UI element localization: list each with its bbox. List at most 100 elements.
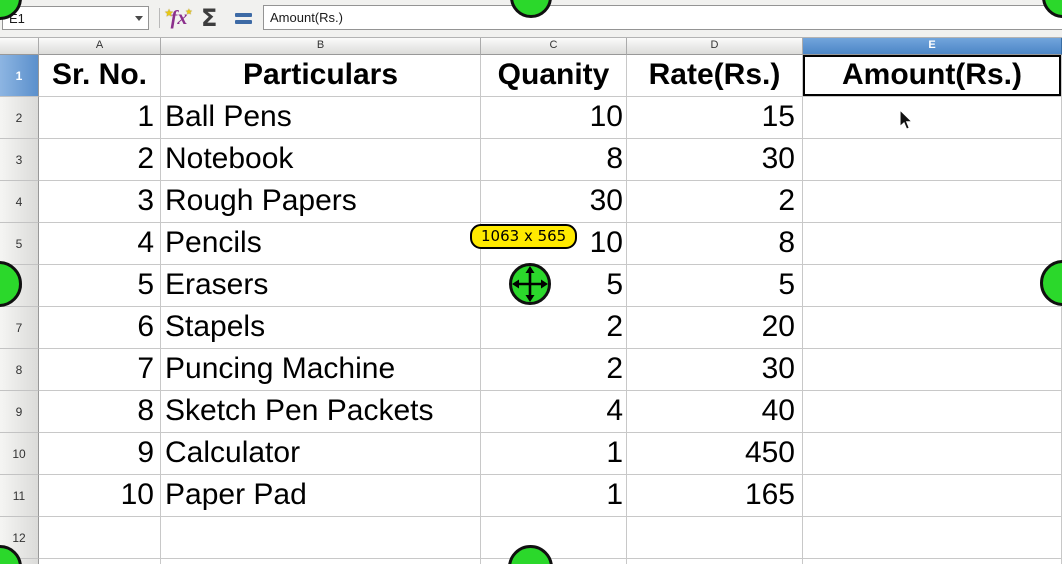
cell-e2[interactable] bbox=[803, 97, 1062, 139]
name-box-value[interactable]: E1 bbox=[3, 11, 129, 26]
cell-c12[interactable] bbox=[481, 517, 627, 559]
cell-b1[interactable]: Particulars bbox=[161, 55, 481, 97]
cell-d2[interactable]: 15 bbox=[627, 97, 803, 139]
cell-a13[interactable] bbox=[39, 559, 161, 564]
cell-a1[interactable]: Sr. No. bbox=[39, 55, 161, 97]
row-header-7[interactable]: 7 bbox=[0, 307, 39, 349]
row-header-5[interactable]: 5 bbox=[0, 223, 39, 265]
column-header-d[interactable]: D bbox=[627, 38, 803, 55]
cell-d4[interactable]: 2 bbox=[627, 181, 803, 223]
cell-d10[interactable]: 450 bbox=[627, 433, 803, 475]
equals-icon[interactable] bbox=[235, 13, 252, 27]
sheet-row-9: 9 8 Sketch Pen Packets 4 40 bbox=[0, 391, 1062, 433]
sheet-row-4: 4 3 Rough Papers 30 2 bbox=[0, 181, 1062, 223]
cell-e5[interactable] bbox=[803, 223, 1062, 265]
move-cursor-icon bbox=[508, 262, 552, 306]
size-tooltip: 1063 x 565 bbox=[470, 224, 577, 249]
cell-c11[interactable]: 1 bbox=[481, 475, 627, 517]
cell-c3[interactable]: 8 bbox=[481, 139, 627, 181]
cell-b2[interactable]: Ball Pens bbox=[161, 97, 481, 139]
cell-d3[interactable]: 30 bbox=[627, 139, 803, 181]
cell-d11[interactable]: 165 bbox=[627, 475, 803, 517]
cell-b6[interactable]: Erasers bbox=[161, 265, 481, 307]
cell-a5[interactable]: 4 bbox=[39, 223, 161, 265]
row-header-2[interactable]: 2 bbox=[0, 97, 39, 139]
cell-a6[interactable]: 5 bbox=[39, 265, 161, 307]
cell-b11[interactable]: Paper Pad bbox=[161, 475, 481, 517]
column-header-e-selected[interactable]: E bbox=[803, 38, 1062, 55]
cell-c2[interactable]: 10 bbox=[481, 97, 627, 139]
cell-a2[interactable]: 1 bbox=[39, 97, 161, 139]
cell-d1[interactable]: Rate(Rs.) bbox=[627, 55, 803, 97]
cell-e12[interactable] bbox=[803, 517, 1062, 559]
row-header-1[interactable]: 1 bbox=[0, 55, 39, 97]
corner-select-all[interactable] bbox=[0, 38, 39, 55]
cell-e8[interactable] bbox=[803, 349, 1062, 391]
cell-e13[interactable] bbox=[803, 559, 1062, 564]
cell-a4[interactable]: 3 bbox=[39, 181, 161, 223]
cell-b5[interactable]: Pencils bbox=[161, 223, 481, 265]
name-box-dropdown[interactable] bbox=[129, 7, 148, 29]
cell-b12[interactable] bbox=[161, 517, 481, 559]
row-header-11[interactable]: 11 bbox=[0, 475, 39, 517]
cell-e11[interactable] bbox=[803, 475, 1062, 517]
sheet-row-7: 7 6 Stapels 2 20 bbox=[0, 307, 1062, 349]
cell-a8[interactable]: 7 bbox=[39, 349, 161, 391]
cell-c9[interactable]: 4 bbox=[481, 391, 627, 433]
row-header-4[interactable]: 4 bbox=[0, 181, 39, 223]
column-header-c[interactable]: C bbox=[481, 38, 627, 55]
cell-d7[interactable]: 20 bbox=[627, 307, 803, 349]
cell-e10[interactable] bbox=[803, 433, 1062, 475]
column-header-row: A B C D E bbox=[0, 38, 1062, 55]
row-header-10[interactable]: 10 bbox=[0, 433, 39, 475]
cell-d5[interactable]: 8 bbox=[627, 223, 803, 265]
cell-c8[interactable]: 2 bbox=[481, 349, 627, 391]
cell-b4[interactable]: Rough Papers bbox=[161, 181, 481, 223]
cell-c6[interactable]: 5 bbox=[481, 265, 627, 307]
mouse-cursor-icon bbox=[899, 109, 914, 131]
cell-e7[interactable] bbox=[803, 307, 1062, 349]
cell-b10[interactable]: Calculator bbox=[161, 433, 481, 475]
sum-icon[interactable]: Σ bbox=[201, 4, 217, 32]
cell-e9[interactable] bbox=[803, 391, 1062, 433]
sheet-row-3: 3 2 Notebook 8 30 bbox=[0, 139, 1062, 181]
name-box[interactable]: E1 bbox=[2, 6, 149, 30]
column-header-a[interactable]: A bbox=[39, 38, 161, 55]
cell-d9[interactable]: 40 bbox=[627, 391, 803, 433]
cell-c1[interactable]: Quanity bbox=[481, 55, 627, 97]
cell-e1-selected[interactable]: Amount(Rs.) bbox=[803, 55, 1062, 97]
cell-b7[interactable]: Stapels bbox=[161, 307, 481, 349]
cell-d12[interactable] bbox=[627, 517, 803, 559]
cell-a9[interactable]: 8 bbox=[39, 391, 161, 433]
cell-c7[interactable]: 2 bbox=[481, 307, 627, 349]
column-header-b[interactable]: B bbox=[161, 38, 481, 55]
sheet-row-8: 8 7 Puncing Machine 2 30 bbox=[0, 349, 1062, 391]
cell-a3[interactable]: 2 bbox=[39, 139, 161, 181]
cell-d8[interactable]: 30 bbox=[627, 349, 803, 391]
cell-e3[interactable] bbox=[803, 139, 1062, 181]
row-header-3[interactable]: 3 bbox=[0, 139, 39, 181]
function-wizard-icon[interactable]: fx bbox=[166, 6, 192, 30]
cell-c13[interactable] bbox=[481, 559, 627, 564]
cell-b8[interactable]: Puncing Machine bbox=[161, 349, 481, 391]
cell-c10[interactable]: 1 bbox=[481, 433, 627, 475]
row-header-9[interactable]: 9 bbox=[0, 391, 39, 433]
spreadsheet-window: E1 fx Σ Amount(Rs.) A B C D E 1 Sr. No. … bbox=[0, 0, 1062, 564]
cell-c4[interactable]: 30 bbox=[481, 181, 627, 223]
cell-b9[interactable]: Sketch Pen Packets bbox=[161, 391, 481, 433]
sheet-row-10: 10 9 Calculator 1 450 bbox=[0, 433, 1062, 475]
cell-d13[interactable] bbox=[627, 559, 803, 564]
cell-b3[interactable]: Notebook bbox=[161, 139, 481, 181]
formula-input[interactable]: Amount(Rs.) bbox=[263, 5, 1062, 30]
cell-a10[interactable]: 9 bbox=[39, 433, 161, 475]
cell-a12[interactable] bbox=[39, 517, 161, 559]
sheet-row-11: 11 10 Paper Pad 1 165 bbox=[0, 475, 1062, 517]
cell-e4[interactable] bbox=[803, 181, 1062, 223]
cell-d6[interactable]: 5 bbox=[627, 265, 803, 307]
cell-a7[interactable]: 6 bbox=[39, 307, 161, 349]
cell-b13[interactable] bbox=[161, 559, 481, 564]
sheet-row-1: 1 Sr. No. Particulars Quanity Rate(Rs.) … bbox=[0, 55, 1062, 97]
row-header-8[interactable]: 8 bbox=[0, 349, 39, 391]
cell-a11[interactable]: 10 bbox=[39, 475, 161, 517]
cell-e6[interactable] bbox=[803, 265, 1062, 307]
